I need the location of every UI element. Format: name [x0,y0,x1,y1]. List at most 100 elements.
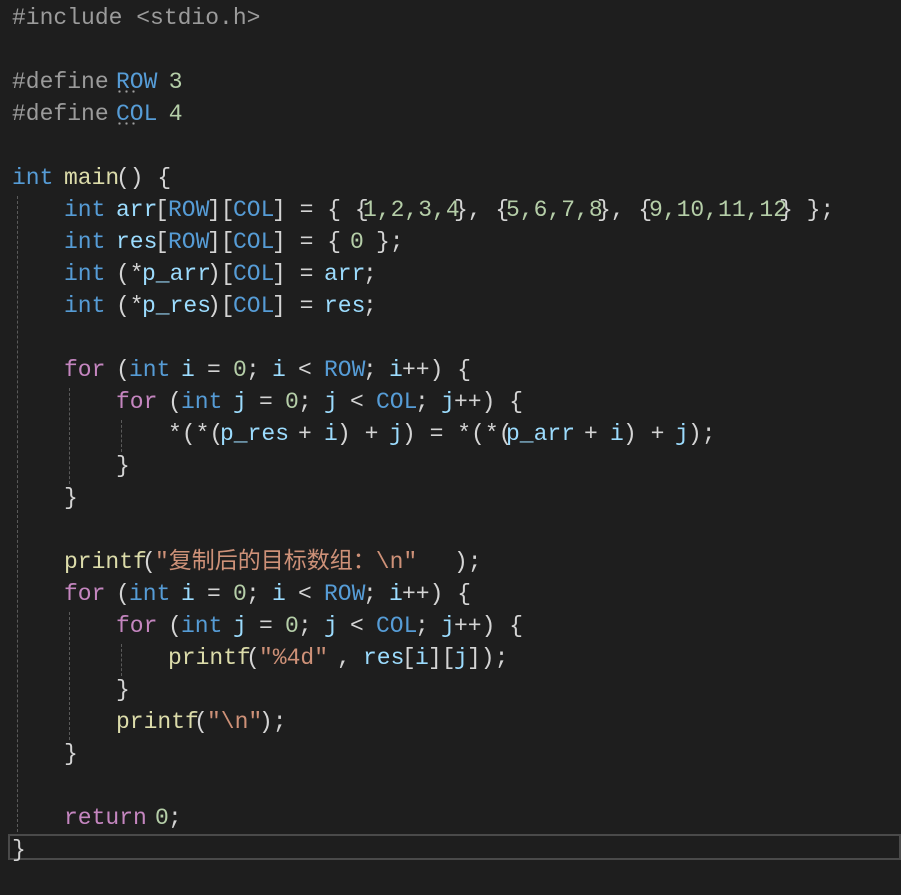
string-literal-token: "%4d" [259,645,329,671]
macro-token: ROW [324,357,366,383]
punctuation-token: ++) { [402,581,472,607]
punctuation-token: } [64,485,78,511]
punctuation-token: )[ [207,293,235,319]
variable-token: p_arr [506,421,576,447]
code-line[interactable]: } [0,482,901,514]
punctuation-token: } [116,677,130,703]
code-line[interactable] [0,322,901,354]
control-keyword-token: for [116,613,158,639]
variable-token: p_arr [142,261,212,287]
punctuation-token: (* [116,261,144,287]
punctuation-token: *(*( [168,421,224,447]
function-name-token: printf [168,645,251,671]
code-line[interactable] [0,130,901,162]
code-line[interactable] [0,770,901,802]
control-keyword-token: for [116,389,158,415]
code-line[interactable]: #include <stdio.h> [0,2,901,34]
variable-token: i [181,357,195,383]
code-line[interactable]: #define COL 4 [0,98,901,130]
code-line[interactable]: printf("%4d", res[i][j]); [0,642,901,674]
variable-token: j [233,389,247,415]
control-keyword-token: for [64,357,106,383]
punctuation-token: ; [363,261,377,287]
string-literal-token: "\n" [207,709,263,735]
code-line[interactable]: int main() { [0,162,901,194]
punctuation-token: ( [194,709,208,735]
punctuation-token: ] = { { [272,197,369,223]
code-line[interactable]: int res[ROW][COL] = {0}; [0,226,901,258]
punctuation-token: ; [298,389,312,415]
code-line[interactable]: int arr[ROW][COL] = { {1,2,3,4}, {5,6,7,8… [0,194,901,226]
code-line[interactable]: for(int i = 0; i < ROW; i ++) { [0,354,901,386]
code-line[interactable]: #define ROW 3 [0,66,901,98]
punctuation-token: + [298,421,312,447]
number-literal-token: 0 [155,805,169,831]
variable-token: p_res [220,421,290,447]
code-line[interactable] [0,34,901,66]
number-literal-token: 3 [155,69,183,95]
control-keyword-token: for [64,581,106,607]
punctuation-token: ); [454,549,482,575]
macro-token: ROW [168,229,210,255]
macro-token: COL [376,613,418,639]
number-literal-token: 9,10,11,12 [649,197,788,223]
punctuation-token: ; [415,613,429,639]
code-line[interactable]: for(int i = 0; i < ROW; i ++) { [0,578,901,610]
keyword-token: int [64,197,106,223]
punctuation-token: ) + [337,421,379,447]
keyword-token: int [64,261,106,287]
code-line[interactable]: for(int j = 0; j < COL; j ++) { [0,386,901,418]
code-line[interactable]: } [0,674,901,706]
punctuation-token: [ [402,645,416,671]
control-keyword-token: return [64,805,147,831]
code-line[interactable]: printf("\n"); [0,706,901,738]
code-line[interactable]: } [0,834,901,866]
keyword-token: int [129,357,171,383]
function-name-token: printf [116,709,199,735]
punctuation-token: ] = [272,261,314,287]
punctuation-token: ( [246,645,260,671]
number-literal-token: 0 [285,389,299,415]
function-name-token: printf [64,549,147,575]
code-line[interactable]: int (* p_arr)[COL] = arr; [0,258,901,290]
variable-token: arr [116,197,158,223]
punctuation-token: } [64,741,78,767]
punctuation-token: + [584,421,598,447]
code-line[interactable]: printf("复制后的目标数组：\n"); [0,546,901,578]
code-line[interactable]: int (* p_res)[COL] = res; [0,290,901,322]
code-line[interactable]: } [0,738,901,770]
number-literal-token: 0 [233,357,247,383]
punctuation-token: = [259,613,273,639]
punctuation-token: ( [142,549,156,575]
code-line[interactable]: for(int j = 0; j < COL; j ++) { [0,610,901,642]
macro-token: ROW [324,581,366,607]
code-line[interactable]: return 0; [0,802,901,834]
punctuation-token: = [259,389,273,415]
variable-token: res [363,645,405,671]
macro-token: COL [376,389,418,415]
punctuation-token: ; [363,357,377,383]
variable-token: j [324,389,338,415]
punctuation-token: ; [363,293,377,319]
variable-token: i [272,581,286,607]
code-editor[interactable]: #include <stdio.h> #define ROW 3 #define C… [0,0,901,895]
punctuation-token: ; [246,357,260,383]
code-line[interactable] [0,514,901,546]
punctuation-token: ] = [272,293,314,319]
punctuation-token: [ [155,229,169,255]
variable-token: i [272,357,286,383]
punctuation-token: ; [168,805,182,831]
punctuation-token: }; [376,229,404,255]
punctuation-token: ); [259,709,287,735]
keyword-token: int [129,581,171,607]
punctuation-token: (* [116,293,144,319]
code-line[interactable]: } [0,450,901,482]
variable-token: j [389,421,403,447]
punctuation-token: ); [688,421,716,447]
punctuation-token: } [12,837,26,863]
code-line[interactable]: *(*(p_res + i) + j) = *(*(p_arr + i) + j); [0,418,901,450]
preprocessor-token: #define [12,69,123,95]
variable-token: res [324,293,366,319]
macro-token: COL [233,261,275,287]
variable-token: p_res [142,293,212,319]
